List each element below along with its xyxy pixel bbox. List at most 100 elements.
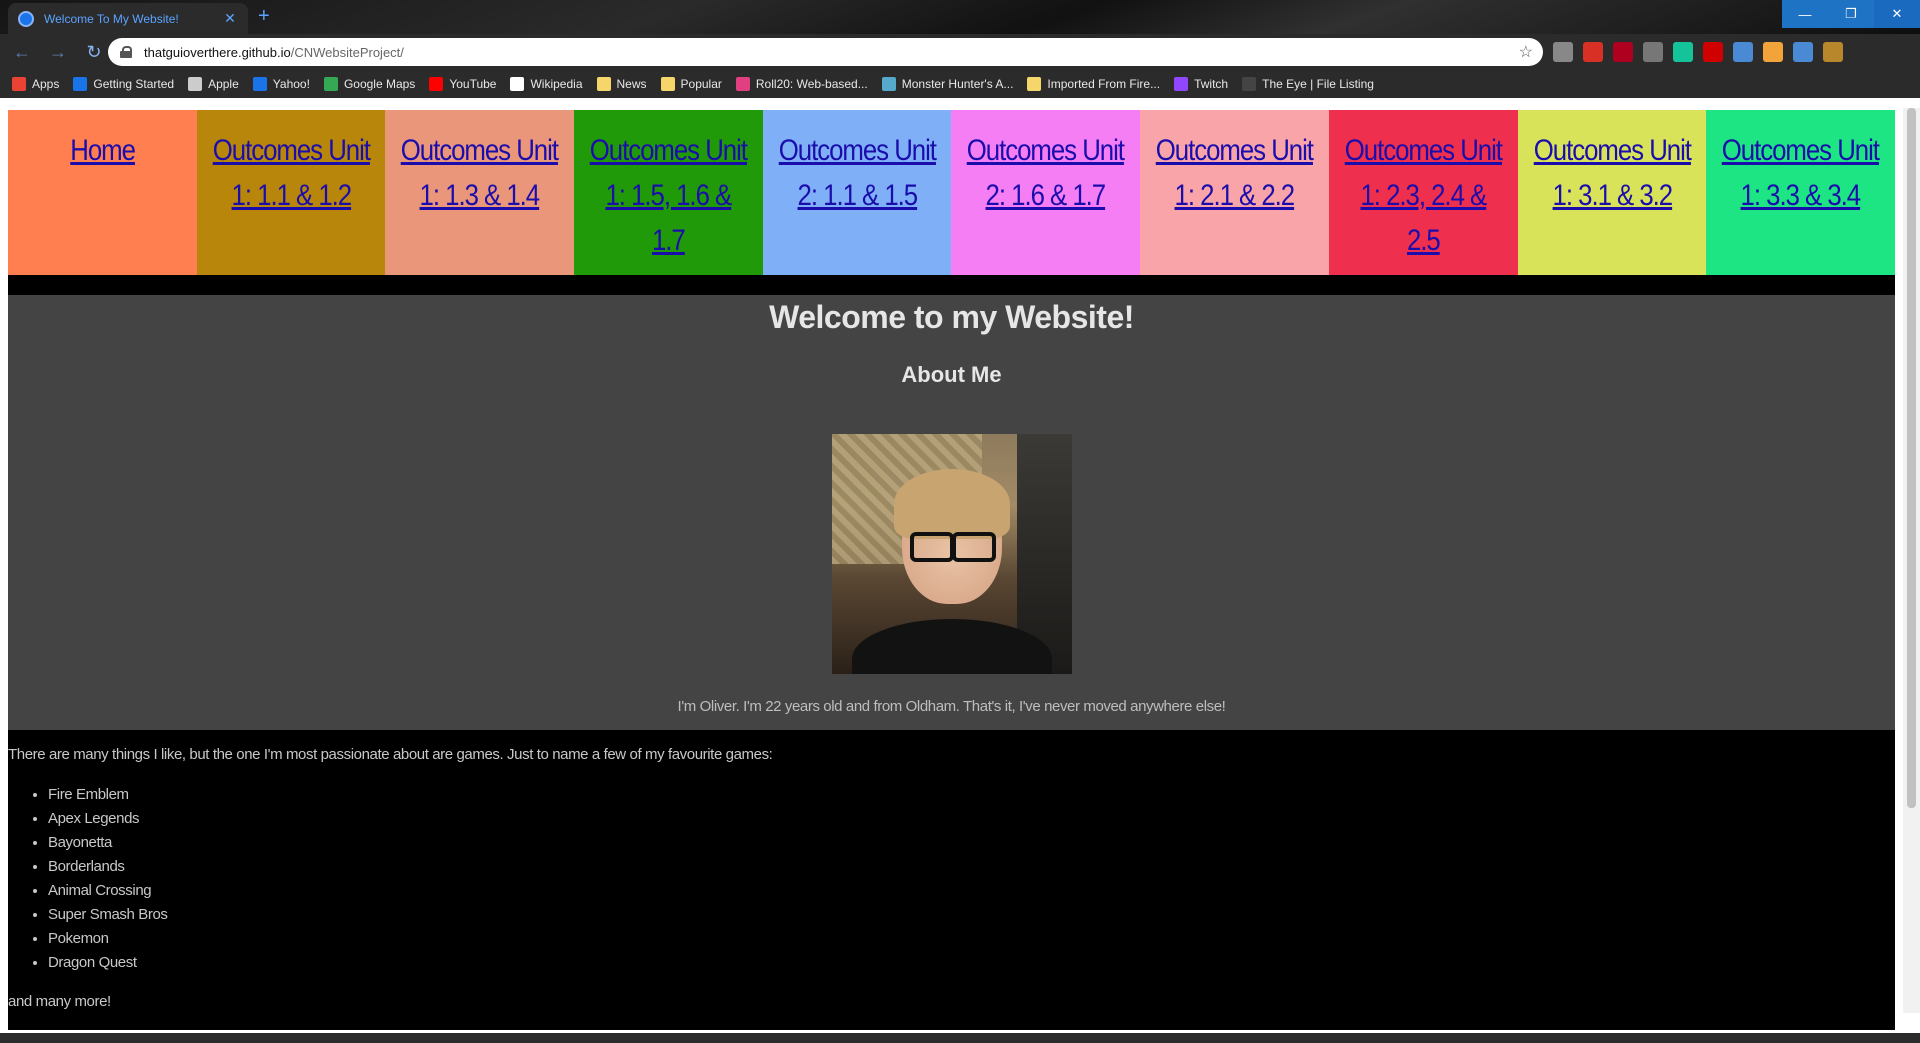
nav-cell: Outcomes Unit 2: 1.1 & 1.5 — [762, 110, 952, 275]
address-bar[interactable]: thatguioverthere.github.io /CNWebsitePro… — [108, 38, 1543, 66]
reload-button[interactable]: ↻ — [80, 38, 108, 66]
nav-link[interactable]: Outcomes Unit 1: 2.3, 2.4 & 2.5 — [1342, 128, 1504, 263]
bookmark-icon — [735, 77, 750, 91]
extension-icon[interactable] — [1763, 42, 1783, 62]
lock-icon — [120, 46, 132, 58]
extension-icon[interactable] — [1733, 42, 1753, 62]
close-window-button[interactable]: ✕ — [1874, 0, 1920, 28]
bookmark-item[interactable]: Imported From Fire... — [1027, 77, 1160, 91]
minimize-button[interactable]: — — [1782, 0, 1828, 28]
bookmark-icon — [660, 77, 675, 91]
bookmark-item[interactable]: Yahoo! — [252, 77, 310, 91]
bookmark-label: Getting Started — [93, 77, 175, 91]
game-list-item: Super Smash Bros — [48, 903, 1895, 927]
nav-link[interactable]: Outcomes Unit 1: 2.1 & 2.2 — [1153, 128, 1315, 218]
extension-icon[interactable] — [1823, 42, 1843, 62]
bookmark-label: Apps — [32, 77, 60, 91]
bookmark-label: News — [616, 77, 647, 91]
bookmark-icon — [1027, 77, 1042, 91]
nav-link[interactable]: Home — [70, 128, 136, 173]
bookmark-icon — [881, 77, 896, 91]
game-list-item: Borderlands — [48, 855, 1895, 879]
nav-link[interactable]: Outcomes Unit 1: 1.3 & 1.4 — [399, 128, 561, 218]
bookmark-item[interactable]: The Eye | File Listing — [1242, 77, 1374, 91]
nav-cell: Outcomes Unit 1: 2.3, 2.4 & 2.5 — [1328, 110, 1518, 275]
nav-cell: Outcomes Unit 1: 2.1 & 2.2 — [1140, 110, 1329, 275]
browser-toolbar: ← → ↻ thatguioverthere.github.io /CNWebs… — [0, 34, 1920, 70]
games-intro: There are many things I like, but the on… — [8, 746, 773, 763]
bookmark-label: Imported From Fire... — [1047, 77, 1161, 91]
bookmark-star-icon[interactable]: ☆ — [1519, 42, 1533, 62]
forward-button[interactable]: → — [44, 38, 72, 66]
nav-link[interactable]: Outcomes Unit 1: 1.5, 1.6 & 1.7 — [587, 128, 749, 263]
browser-titlebar: Welcome To My Website! ✕ + — ❐ ✕ — [0, 0, 1920, 34]
bookmark-icon — [73, 77, 88, 91]
nav-cell: Outcomes Unit 1: 3.3 & 3.4 — [1706, 110, 1895, 275]
page-scrollbar[interactable] — [1903, 108, 1920, 1013]
extension-icon[interactable] — [1613, 42, 1633, 62]
new-tab-button[interactable]: + — [258, 5, 270, 28]
page-title: Welcome to my Website! — [769, 299, 1134, 335]
bookmark-item[interactable]: Twitch — [1174, 77, 1228, 91]
back-button[interactable]: ← — [8, 38, 36, 66]
game-list-item: Animal Crossing — [48, 879, 1895, 903]
bookmark-item[interactable]: Apple — [188, 77, 239, 91]
bookmark-label: Apple — [208, 77, 239, 91]
bookmark-label: The Eye | File Listing — [1262, 77, 1374, 91]
game-list-item: Apex Legends — [48, 807, 1895, 831]
bookmark-label: Twitch — [1194, 77, 1229, 91]
nav-link[interactable]: Outcomes Unit 2: 1.6 & 1.7 — [965, 128, 1127, 218]
bookmark-label: YouTube — [449, 77, 497, 91]
extensions-bar — [1553, 42, 1843, 62]
nav-link[interactable]: Outcomes Unit 2: 1.1 & 1.5 — [776, 128, 938, 218]
bookmark-icon — [596, 77, 611, 91]
extension-icon[interactable] — [1583, 42, 1603, 62]
bookmark-label: Roll20: Web-based... — [755, 77, 868, 91]
bookmark-item[interactable]: Wikipedia — [510, 77, 583, 91]
nav-cell: Outcomes Unit 1: 1.5, 1.6 & 1.7 — [574, 110, 763, 275]
bookmark-icon — [1242, 77, 1257, 91]
profile-photo — [831, 434, 1072, 674]
about-heading: About Me — [901, 362, 1002, 387]
games-section: There are many things I like, but the on… — [8, 730, 1895, 1030]
scrollbar-thumb[interactable] — [1907, 108, 1916, 808]
bookmark-label: Monster Hunter's A... — [901, 77, 1014, 91]
extension-icon[interactable] — [1793, 42, 1813, 62]
about-caption: I'm Oliver. I'm 22 years old and from Ol… — [677, 698, 1226, 715]
url-host: thatguioverthere.github.io — [144, 44, 291, 60]
nav-link[interactable]: Outcomes Unit 1: 3.1 & 3.2 — [1531, 128, 1693, 218]
game-list-item: Fire Emblem — [48, 783, 1895, 807]
browser-tab[interactable]: Welcome To My Website! ✕ — [8, 3, 248, 34]
bookmark-item[interactable]: News — [596, 77, 647, 91]
nav-link[interactable]: Outcomes Unit 1: 3.3 & 3.4 — [1719, 128, 1881, 218]
site-navbar: Home Outcomes Unit 1: 1.1 & 1.2 Outcomes U… — [8, 110, 1895, 275]
bookmark-item[interactable]: YouTube — [429, 77, 496, 91]
nav-link[interactable]: Outcomes Unit 1: 1.1 & 1.2 — [210, 128, 372, 218]
restore-button[interactable]: ❐ — [1828, 0, 1874, 28]
nav-cell: Outcomes Unit 1: 1.3 & 1.4 — [385, 110, 575, 275]
web-page: Home Outcomes Unit 1: 1.1 & 1.2 Outcomes U… — [8, 110, 1895, 1030]
bookmark-item[interactable]: Google Maps — [323, 77, 416, 91]
game-list-item: Bayonetta — [48, 831, 1895, 855]
bookmarks-bar: Apps Getting Started Apple Yahoo! Google Map… — [0, 70, 1920, 98]
extension-icon[interactable] — [1703, 42, 1723, 62]
url-path: /CNWebsiteProject/ — [290, 44, 404, 60]
nav-cell: Outcomes Unit 1: 1.1 & 1.2 — [196, 110, 386, 275]
close-tab-icon[interactable]: ✕ — [222, 10, 238, 27]
extension-icon[interactable] — [1643, 42, 1663, 62]
nav-cell: Outcomes Unit 1: 3.1 & 3.2 — [1517, 110, 1707, 275]
nav-cell: Home — [8, 110, 197, 275]
bookmark-item[interactable]: Popular — [660, 77, 722, 91]
games-outro: and many more! — [8, 993, 111, 1010]
about-section: Welcome to my Website! About Me I'm Oliv… — [8, 295, 1895, 730]
games-list: Fire EmblemApex LegendsBayonettaBorderla… — [48, 783, 1895, 975]
bookmark-item[interactable]: Getting Started — [73, 77, 174, 91]
bookmark-label: Google Maps — [343, 77, 416, 91]
tab-title: Welcome To My Website! — [44, 11, 179, 26]
extension-icon[interactable] — [1673, 42, 1693, 62]
bookmark-item[interactable]: Apps — [12, 77, 59, 91]
extension-icon[interactable] — [1553, 42, 1573, 62]
bookmark-item[interactable]: Roll20: Web-based... — [735, 77, 868, 91]
bookmark-item[interactable]: Monster Hunter's A... — [881, 77, 1014, 91]
page-viewport: Home Outcomes Unit 1: 1.1 & 1.2 Outcomes U… — [0, 98, 1920, 1033]
